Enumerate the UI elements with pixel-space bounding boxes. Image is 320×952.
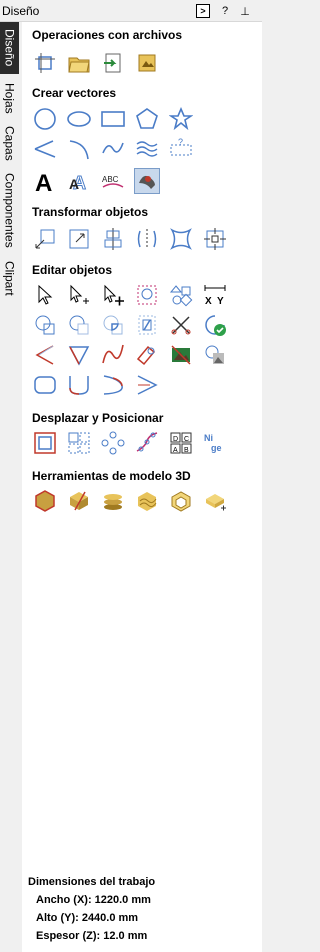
weld-icon[interactable]: [32, 312, 58, 338]
ellipse-icon[interactable]: [66, 106, 92, 132]
svg-text:Ni: Ni: [204, 433, 213, 443]
rectangle-icon[interactable]: [100, 106, 126, 132]
circular-array-icon[interactable]: [100, 430, 126, 456]
svg-text:X: X: [205, 296, 212, 307]
tab-clipart[interactable]: Clipart: [0, 256, 19, 300]
transform-move-icon[interactable]: [100, 282, 126, 308]
job-thickness: Espesor (Z): 12.0 mm: [36, 930, 148, 942]
node-edit-icon[interactable]: [66, 282, 92, 308]
tab-capas-label: Capas: [2, 125, 17, 161]
mirror-icon[interactable]: [134, 226, 160, 252]
svg-text:?: ?: [178, 137, 183, 147]
bitmap-overlay-icon[interactable]: [202, 342, 228, 368]
section-files-title: Operaciones con archivos: [32, 28, 183, 42]
tab-hojas[interactable]: Hojas: [0, 78, 19, 118]
curve-icon[interactable]: [100, 136, 126, 162]
polygon-icon[interactable]: [134, 106, 160, 132]
text-on-curve-icon[interactable]: ABC: [100, 168, 126, 194]
interactive-transform-icon[interactable]: [134, 282, 160, 308]
distort-icon[interactable]: [168, 226, 194, 252]
angle-vector-icon[interactable]: [134, 372, 160, 398]
smooth-curve-icon[interactable]: [100, 342, 126, 368]
fillet-icon[interactable]: [32, 342, 58, 368]
image-adjust-icon[interactable]: [168, 342, 194, 368]
panel-title: Diseño: [2, 4, 40, 18]
array-copy-icon[interactable]: [66, 430, 92, 456]
merge-grid-icon[interactable]: DCAB: [168, 430, 194, 456]
svg-text:A: A: [35, 170, 52, 193]
3d-model-icon[interactable]: [32, 488, 58, 514]
svg-text:A: A: [173, 447, 178, 454]
circle-icon[interactable]: [32, 106, 58, 132]
rounded-rect-icon[interactable]: [32, 372, 58, 398]
3d-mold-icon[interactable]: [168, 488, 194, 514]
nesting-icon[interactable]: Ni ge: [202, 430, 228, 456]
wave-icon[interactable]: [134, 136, 160, 162]
3d-import-icon[interactable]: [202, 488, 228, 514]
bitmap-trace-icon[interactable]: [134, 168, 160, 194]
tab-componentes-label: Componentes: [2, 172, 17, 248]
svg-text:C: C: [184, 436, 189, 443]
measure-icon[interactable]: XY: [202, 282, 228, 308]
tab-componentes[interactable]: Componentes: [0, 168, 19, 252]
offset-icon[interactable]: [134, 312, 160, 338]
nest-icon[interactable]: [202, 226, 228, 252]
subtract-icon[interactable]: [66, 312, 92, 338]
align-objects-icon[interactable]: [100, 226, 126, 252]
open-file-icon[interactable]: [66, 50, 92, 76]
3d-cut-icon[interactable]: [66, 488, 92, 514]
star-icon[interactable]: [168, 106, 194, 132]
offset-vectors-icon[interactable]: [32, 430, 58, 456]
svg-text:ge: ge: [211, 443, 222, 453]
tab-diseno[interactable]: Diseño: [0, 22, 19, 74]
move-object-icon[interactable]: [32, 226, 58, 252]
join-vectors-icon[interactable]: [134, 342, 160, 368]
import-vectors-icon[interactable]: [100, 50, 126, 76]
polyline-icon[interactable]: [32, 136, 58, 162]
section-position-title: Desplazar y Posicionar: [32, 411, 164, 425]
section-transform-title: Transformar objetos: [32, 205, 149, 219]
u-shape-icon[interactable]: [66, 372, 92, 398]
arc-icon[interactable]: [66, 136, 92, 162]
help-button[interactable]: ?: [218, 4, 232, 18]
auto-text-icon[interactable]: AA: [66, 168, 92, 194]
dock-toggle-button[interactable]: >: [196, 4, 210, 18]
section-vectors-title: Crear vectores: [32, 86, 117, 100]
import-bitmap-icon[interactable]: [134, 50, 160, 76]
close-vectors-icon[interactable]: [202, 312, 228, 338]
job-width: Ancho (X): 1220.0 mm: [36, 894, 151, 906]
svg-text:Y: Y: [217, 296, 224, 307]
tab-hojas-label: Hojas: [2, 82, 17, 114]
copy-along-vector-icon[interactable]: [134, 430, 160, 456]
job-height: Alto (Y): 2440.0 mm: [36, 912, 139, 924]
side-tabs: Diseño Hojas Capas Componentes Clipart: [0, 22, 20, 952]
svg-text:D: D: [173, 436, 178, 443]
chamfer-icon[interactable]: [66, 342, 92, 368]
select-icon[interactable]: [32, 282, 58, 308]
3d-stack-icon[interactable]: [100, 488, 126, 514]
tab-diseno-label: Diseño: [2, 29, 17, 67]
tab-clipart-label: Clipart: [2, 260, 17, 296]
dimension-icon[interactable]: ?: [168, 136, 194, 162]
group-icon[interactable]: [168, 282, 194, 308]
scissors-icon[interactable]: [168, 312, 194, 338]
text-icon[interactable]: A: [32, 168, 58, 194]
extend-vector-icon[interactable]: [100, 372, 126, 398]
svg-text:B: B: [184, 447, 189, 454]
svg-text:A: A: [69, 176, 79, 192]
design-panel: Operaciones con archivos Crear vectores …: [22, 22, 262, 952]
section-edit-title: Editar objetos: [32, 263, 113, 277]
section-3d-title: Herramientas de modelo 3D: [32, 469, 191, 483]
svg-text:ABC: ABC: [102, 175, 119, 184]
panel-titlebar: Diseño > ? ⊥: [0, 0, 262, 22]
intersect-icon[interactable]: [100, 312, 126, 338]
scale-object-icon[interactable]: [66, 226, 92, 252]
pin-button[interactable]: ⊥: [238, 4, 252, 18]
job-dimensions-title: Dimensiones del trabajo: [28, 876, 156, 888]
3d-texture-icon[interactable]: [134, 488, 160, 514]
job-setup-icon[interactable]: [32, 50, 58, 76]
tab-capas[interactable]: Capas: [0, 122, 19, 164]
